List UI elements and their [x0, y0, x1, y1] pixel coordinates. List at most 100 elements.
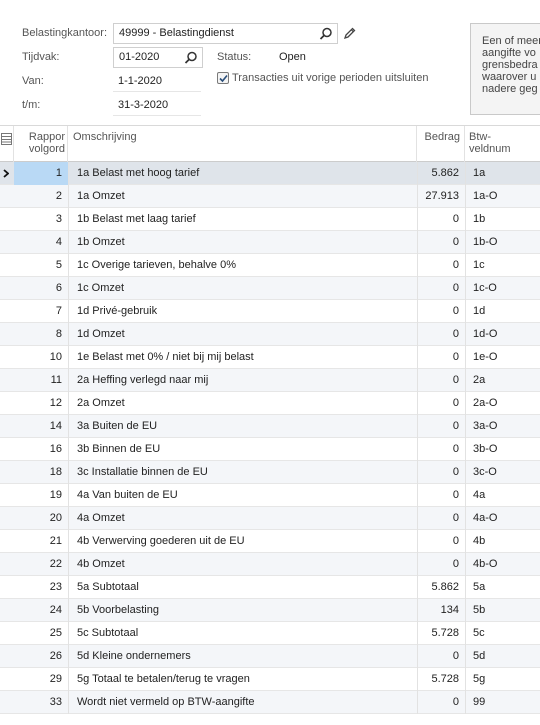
row-indicator[interactable] — [0, 484, 14, 507]
cell-rapportvolgorde[interactable]: 29 — [14, 668, 68, 691]
cell-rapportvolgorde[interactable]: 3 — [14, 208, 68, 231]
cell-omschrijving[interactable]: 4b Omzet — [77, 553, 417, 576]
cell-omschrijving[interactable]: 3b Binnen de EU — [77, 438, 417, 461]
cell-btw-veldnummer[interactable]: 3b-O — [473, 438, 533, 461]
cell-omschrijving[interactable]: 3c Installatie binnen de EU — [77, 461, 417, 484]
cell-omschrijving[interactable]: 5c Subtotaal — [77, 622, 417, 645]
cell-bedrag[interactable]: 5.728 — [417, 622, 465, 645]
cell-btw-veldnummer[interactable]: 5g — [473, 668, 533, 691]
table-row[interactable]: 12 2a Omzet 0 2a-O — [0, 392, 540, 415]
row-indicator[interactable] — [0, 323, 14, 346]
cell-omschrijving[interactable]: 3a Buiten de EU — [77, 415, 417, 438]
row-indicator[interactable] — [0, 507, 14, 530]
cell-bedrag[interactable]: 0 — [417, 208, 465, 231]
cell-btw-veldnummer[interactable]: 5a — [473, 576, 533, 599]
row-indicator[interactable] — [0, 530, 14, 553]
search-icon[interactable] — [319, 27, 333, 41]
row-indicator[interactable] — [0, 645, 14, 668]
cell-btw-veldnummer[interactable]: 4b — [473, 530, 533, 553]
cell-bedrag[interactable]: 27.913 — [417, 185, 465, 208]
cell-bedrag[interactable]: 0 — [417, 691, 465, 714]
table-row[interactable]: 20 4a Omzet 0 4a-O — [0, 507, 540, 530]
table-row[interactable]: 10 1e Belast met 0% / niet bij mij belast… — [0, 346, 540, 369]
column-header-rapportvolgorde[interactable]: Rappor volgord — [14, 126, 68, 162]
cell-rapportvolgorde[interactable]: 24 — [14, 599, 68, 622]
cell-btw-veldnummer[interactable]: 99 — [473, 691, 533, 714]
cell-btw-veldnummer[interactable]: 1c — [473, 254, 533, 277]
cell-rapportvolgorde[interactable]: 26 — [14, 645, 68, 668]
table-row[interactable]: 8 1d Omzet 0 1d-O — [0, 323, 540, 346]
row-indicator[interactable] — [0, 668, 14, 691]
row-indicator[interactable] — [0, 300, 14, 323]
cell-omschrijving[interactable]: Wordt niet vermeld op BTW-aangifte — [77, 691, 417, 714]
table-row[interactable]: 24 5b Voorbelasting 134 5b — [0, 599, 540, 622]
table-row[interactable]: 2 1a Omzet 27.913 1a-O — [0, 185, 540, 208]
cell-bedrag[interactable]: 0 — [417, 346, 465, 369]
cell-omschrijving[interactable]: 4b Verwerving goederen uit de EU — [77, 530, 417, 553]
table-row[interactable]: 19 4a Van buiten de EU 0 4a — [0, 484, 540, 507]
cell-btw-veldnummer[interactable]: 4b-O — [473, 553, 533, 576]
cell-bedrag[interactable]: 5.862 — [417, 162, 465, 185]
row-indicator[interactable] — [0, 438, 14, 461]
cell-rapportvolgorde[interactable]: 23 — [14, 576, 68, 599]
cell-omschrijving[interactable]: 4a Van buiten de EU — [77, 484, 417, 507]
cell-bedrag[interactable]: 0 — [417, 392, 465, 415]
table-row[interactable]: 11 2a Heffing verlegd naar mij 0 2a — [0, 369, 540, 392]
cell-omschrijving[interactable]: 5a Subtotaal — [77, 576, 417, 599]
table-row[interactable]: 14 3a Buiten de EU 0 3a-O — [0, 415, 540, 438]
cell-rapportvolgorde[interactable]: 18 — [14, 461, 68, 484]
cell-btw-veldnummer[interactable]: 2a — [473, 369, 533, 392]
cell-bedrag[interactable]: 0 — [417, 530, 465, 553]
cell-bedrag[interactable]: 0 — [417, 323, 465, 346]
cell-omschrijving[interactable]: 1e Belast met 0% / niet bij mij belast — [77, 346, 417, 369]
cell-rapportvolgorde[interactable]: 25 — [14, 622, 68, 645]
table-row[interactable]: 22 4b Omzet 0 4b-O — [0, 553, 540, 576]
cell-omschrijving[interactable]: 5g Totaal te betalen/terug te vragen — [77, 668, 417, 691]
van-field[interactable]: 1-1-2020 — [113, 72, 201, 92]
cell-bedrag[interactable]: 0 — [417, 484, 465, 507]
cell-btw-veldnummer[interactable]: 1d-O — [473, 323, 533, 346]
cell-btw-veldnummer[interactable]: 1e-O — [473, 346, 533, 369]
exclude-previous-checkbox[interactable] — [217, 72, 229, 84]
cell-omschrijving[interactable]: 4a Omzet — [77, 507, 417, 530]
cell-bedrag[interactable]: 5.862 — [417, 576, 465, 599]
row-indicator[interactable] — [0, 346, 14, 369]
column-chooser[interactable] — [0, 126, 14, 162]
cell-omschrijving[interactable]: 1c Overige tarieven, behalve 0% — [77, 254, 417, 277]
cell-omschrijving[interactable]: 1d Privé-gebruik — [77, 300, 417, 323]
table-row[interactable]: 33 Wordt niet vermeld op BTW-aangifte 0 99 — [0, 691, 540, 714]
cell-btw-veldnummer[interactable]: 3a-O — [473, 415, 533, 438]
cell-bedrag[interactable]: 0 — [417, 507, 465, 530]
table-row[interactable]: 26 5d Kleine ondernemers 0 5d — [0, 645, 540, 668]
row-indicator[interactable] — [0, 231, 14, 254]
cell-rapportvolgorde[interactable]: 1 — [14, 162, 68, 185]
cell-rapportvolgorde[interactable]: 6 — [14, 277, 68, 300]
row-indicator[interactable] — [0, 162, 14, 185]
row-indicator[interactable] — [0, 691, 14, 714]
cell-btw-veldnummer[interactable]: 5b — [473, 599, 533, 622]
cell-rapportvolgorde[interactable]: 22 — [14, 553, 68, 576]
table-row[interactable]: 21 4b Verwerving goederen uit de EU 0 4b — [0, 530, 540, 553]
cell-rapportvolgorde[interactable]: 2 — [14, 185, 68, 208]
cell-omschrijving[interactable]: 5d Kleine ondernemers — [77, 645, 417, 668]
cell-bedrag[interactable]: 0 — [417, 553, 465, 576]
column-header-btw-veldnummer[interactable]: Btw- veldnum — [465, 126, 540, 162]
search-icon[interactable] — [184, 51, 198, 65]
cell-bedrag[interactable]: 0 — [417, 231, 465, 254]
cell-bedrag[interactable]: 0 — [417, 369, 465, 392]
table-row[interactable]: 25 5c Subtotaal 5.728 5c — [0, 622, 540, 645]
row-indicator[interactable] — [0, 576, 14, 599]
cell-rapportvolgorde[interactable]: 20 — [14, 507, 68, 530]
pencil-icon[interactable] — [343, 26, 357, 40]
row-indicator[interactable] — [0, 415, 14, 438]
cell-rapportvolgorde[interactable]: 4 — [14, 231, 68, 254]
table-row[interactable]: 5 1c Overige tarieven, behalve 0% 0 1c — [0, 254, 540, 277]
table-row[interactable]: 18 3c Installatie binnen de EU 0 3c-O — [0, 461, 540, 484]
table-row[interactable]: 6 1c Omzet 0 1c-O — [0, 277, 540, 300]
column-header-bedrag[interactable]: Bedrag — [417, 126, 465, 162]
cell-rapportvolgorde[interactable]: 10 — [14, 346, 68, 369]
cell-btw-veldnummer[interactable]: 5d — [473, 645, 533, 668]
cell-bedrag[interactable]: 134 — [417, 599, 465, 622]
tm-field[interactable]: 31-3-2020 — [113, 96, 201, 116]
cell-omschrijving[interactable]: 1a Omzet — [77, 185, 417, 208]
